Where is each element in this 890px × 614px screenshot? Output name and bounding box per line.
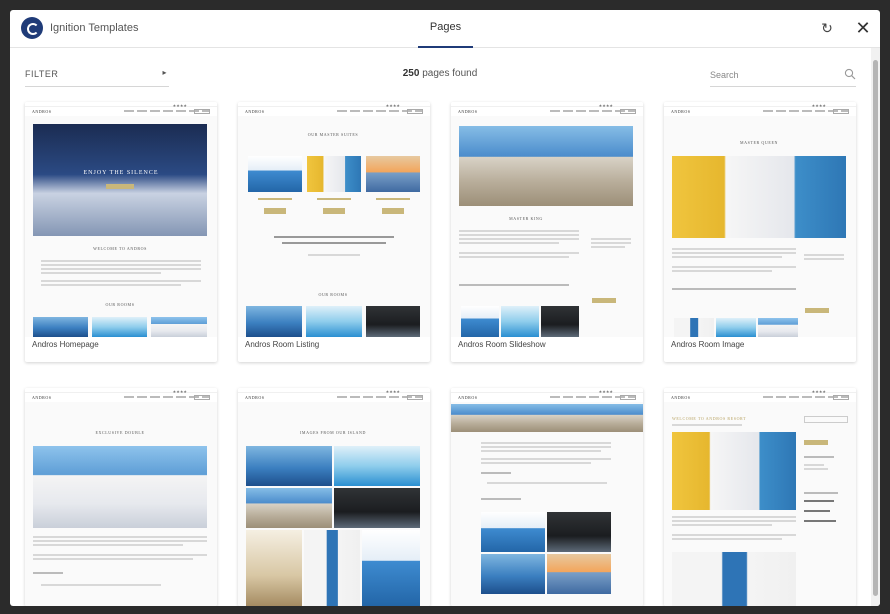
feature-image-2 [672,552,796,606]
suite-photo [248,156,302,192]
ignition-logo-icon [21,17,43,39]
scrollbar-thumb[interactable] [873,60,878,596]
template-thumbnail[interactable]: ★★★★ ANDROS MASTER QUEEN [664,102,856,337]
template-card-andros-room-listing[interactable]: ★★★★ ANDROS OUR MASTER SUITES OUR ROOMS … [238,102,430,362]
gallery-photo [461,306,499,337]
section-heading: IMAGES FROM OUR ISLAND [300,430,366,435]
filter-label: FILTER [25,69,59,79]
template-name: Andros Room Listing [245,340,320,349]
hero-image [33,124,207,236]
slideshow-image [459,126,633,206]
room-photo [151,317,207,337]
mini-brand: ANDROS [245,395,265,400]
template-name: Andros Homepage [32,340,99,349]
room-photo [92,317,147,337]
mini-brand: ANDROS [671,395,691,400]
gallery-photo [481,554,545,594]
section-heading: MASTER QUEEN [740,140,778,145]
gallery-photo [481,512,545,552]
mini-brand: ANDROS [458,395,478,400]
gallery-photo [334,488,420,528]
template-thumbnail[interactable]: ★★★★ ANDROS ENJOY THE SILENCE WELCOME TO… [25,102,217,337]
template-card-images-from-our-island[interactable]: ★★★★ ANDROS IMAGES FROM OUR ISLAND [238,388,430,606]
room-image [33,446,207,528]
room-photo [33,317,88,337]
gallery-photo [674,318,714,337]
templates-modal: Ignition Templates Pages ↻ ✕ FILTER ▸ 25… [10,10,880,606]
section-heading-rooms: OUR ROOMS [318,292,348,297]
gallery-photo [304,530,360,606]
template-thumbnail[interactable]: ★★★★ ANDROS [451,388,643,606]
tab-pages[interactable]: Pages [418,10,473,48]
section-heading: MASTER KING [509,216,543,221]
mini-brand: ANDROS [32,395,52,400]
room-photo [306,306,362,337]
gallery-photo [541,306,579,337]
mini-brand: ANDROS [458,109,478,114]
section-heading: EXCLUSIVE DOUBLE [95,430,145,435]
search-icon[interactable] [844,68,856,80]
gallery-photo [246,530,302,606]
template-thumbnail[interactable]: ★★★★ ANDROS IMAGES FROM OUR ISLAND [238,388,430,606]
gallery-photo [362,530,420,606]
gallery-photo [758,318,798,337]
gallery-photo [246,488,332,528]
gallery-photo [246,446,332,486]
room-photo [366,306,420,337]
chevron-right-icon: ▸ [162,68,167,77]
feature-image [672,432,796,510]
scrollbar[interactable] [871,48,880,606]
mini-search [804,416,848,423]
mini-brand: ANDROS [245,109,265,114]
gallery-photo [501,306,539,337]
results-count: 250 pages found [340,68,540,79]
search-box[interactable] [710,65,856,87]
mini-brand: ANDROS [32,109,52,114]
template-card-andros-room-image[interactable]: ★★★★ ANDROS MASTER QUEEN Andros Room Ima… [664,102,856,362]
gallery-photo [547,512,611,552]
template-thumbnail[interactable]: ★★★★ ANDROS OUR MASTER SUITES OUR ROOMS [238,102,430,337]
section-heading: OUR MASTER SUITES [307,132,359,137]
template-thumbnail[interactable]: ★★★★ ANDROS WELCOME TO ANDROS RESORT [664,388,856,606]
refresh-icon[interactable]: ↻ [820,21,834,35]
template-card-exclusive-double[interactable]: ★★★★ ANDROS EXCLUSIVE DOUBLE [25,388,217,606]
template-card-andros-homepage[interactable]: ★★★★ ANDROS ENJOY THE SILENCE WELCOME TO… [25,102,217,362]
app-title: Ignition Templates [50,22,139,34]
template-name: Andros Room Image [671,340,745,349]
search-input[interactable] [710,68,830,82]
room-photo [246,306,302,337]
results-count-suffix: pages found [419,68,478,79]
mini-brand: ANDROS [671,109,691,114]
template-card-room-gallery[interactable]: ★★★★ ANDROS [451,388,643,606]
mini-nav: ANDROS [25,107,217,116]
template-thumbnail[interactable]: ★★★★ ANDROS EXCLUSIVE DOUBLE [25,388,217,606]
close-icon[interactable]: ✕ [855,19,871,37]
hero-text: ENJOY THE SILENCE [83,170,159,176]
section-heading: WELCOME TO ANDROS RESORT [672,416,747,421]
template-thumbnail[interactable]: ★★★★ ANDROS MASTER KING [451,102,643,337]
gallery-photo [716,318,756,337]
template-name: Andros Room Slideshow [458,340,546,349]
suite-photo [307,156,361,192]
modal-header: Ignition Templates Pages ↻ ✕ [10,10,880,48]
hero-button [106,184,134,189]
section-heading: WELCOME TO ANDROS [93,246,147,251]
section-heading-rooms: OUR ROOMS [105,302,135,307]
gallery-photo [334,446,420,486]
results-count-number: 250 [402,68,420,79]
suite-photo [366,156,420,192]
gallery-photo [547,554,611,594]
template-card-andros-room-slideshow[interactable]: ★★★★ ANDROS MASTER KING Andros Room Slid… [451,102,643,362]
banner-image [451,404,643,432]
room-image [672,156,846,238]
filter-dropdown[interactable]: FILTER ▸ [25,65,169,87]
template-card-welcome-resort[interactable]: ★★★★ ANDROS WELCOME TO ANDROS RESORT [664,388,856,606]
